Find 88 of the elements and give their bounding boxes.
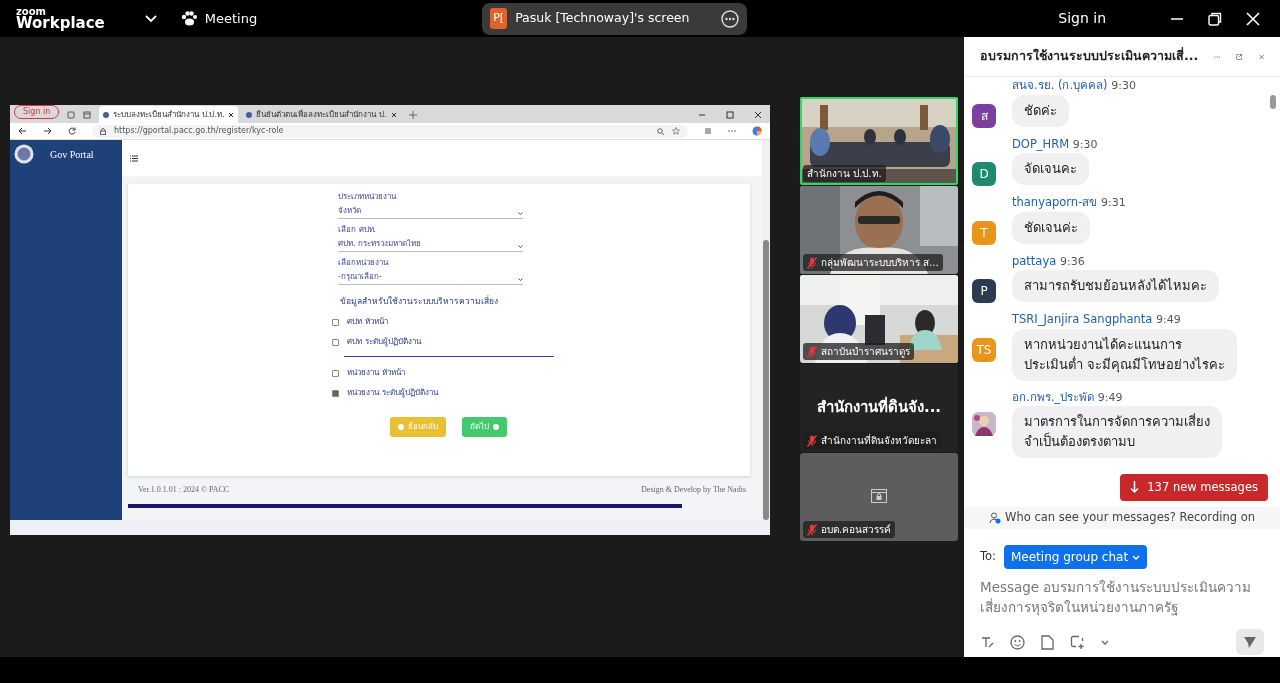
- checkbox[interactable]: [332, 389, 339, 397]
- checkbox-label: หน่วยงาน ระดับผู้ปฏิบัติงาน: [347, 387, 438, 400]
- message-bubble: จัดเจนคะ: [1012, 153, 1089, 185]
- close-icon[interactable]: [390, 111, 397, 118]
- dropdown-field[interactable]: เลือก ศปท. ศปท. กระทรวงมหาดไทย: [338, 225, 523, 253]
- new-messages-button[interactable]: 137 new messages: [1120, 473, 1268, 501]
- logo-text: Workplace: [16, 15, 105, 31]
- screenshot-icon[interactable]: [1070, 634, 1085, 650]
- reload-icon[interactable]: [68, 127, 76, 136]
- menu-icon[interactable]: [130, 154, 138, 162]
- section-heading: ข้อมูลสำหรับใช้งานระบบบริหารความเสี่ยง: [339, 295, 499, 309]
- footer-text: Design & Develop by The Nadis: [641, 484, 746, 497]
- caret-icon: [518, 245, 523, 250]
- forward-icon[interactable]: [43, 127, 52, 136]
- close-icon[interactable]: [228, 111, 235, 118]
- caret-icon: [518, 278, 523, 283]
- sender-name: สนจ.รย. (ก.บุคคล) 9:30: [1012, 77, 1137, 94]
- logo-text: zoom: [16, 6, 46, 16]
- message-bubble: มาตรการในการจัดการความเสี่ยง จำเป็นต้องตรงตามบ: [1012, 406, 1222, 458]
- more-icon[interactable]: [721, 9, 740, 28]
- caret-icon: [1132, 554, 1141, 560]
- user-avatar: P: [972, 279, 996, 303]
- share-indicator[interactable]: P[ Pasuk [Technoway]'s screen: [482, 2, 748, 35]
- sign-in-link[interactable]: Sign in: [1058, 8, 1106, 29]
- dropdown-field[interactable]: ประเภทหน่วยงาน จังหวัด: [338, 192, 523, 220]
- restore-icon[interactable]: [1208, 11, 1222, 26]
- browser-tab[interactable]: ยืนยันตัวตนเพื่อลงทะเบียนสำนักงาน ป.: [242, 106, 401, 124]
- checkbox-label: หน่วยงาน หัวหน้า: [347, 367, 405, 380]
- sender-name: thanyaporn-สข 9:31: [1012, 194, 1127, 211]
- share-label: Pasuk [Technoway]'s screen: [515, 9, 690, 28]
- seal-icon: [14, 144, 34, 165]
- zoom-icon[interactable]: [657, 127, 664, 135]
- message-bubble: หากหน่วยงานได้คะแนนการ ประเมินต่ำ จะมีคุณมีโทษอย่างไรคะ: [1012, 328, 1238, 381]
- address-bar[interactable]: https://gportal.pacc.go.th/register/kyc-role: [92, 124, 688, 138]
- people-icon: [989, 512, 1002, 524]
- user-avatar: ส: [972, 103, 996, 128]
- paw-icon: [180, 11, 197, 26]
- privacy-notice[interactable]: Who can see your messages? Recording on: [964, 507, 1280, 529]
- recipient-dropdown[interactable]: Meeting group chat: [1004, 545, 1148, 569]
- chat-title: อบรมการใช้งานระบบประเมินความเสี่...: [980, 47, 1199, 66]
- sender-name: TSRI_Janjira Sangphanta 9:49: [1012, 311, 1182, 328]
- message-bubble: ชัดเจนค่ะ: [1012, 211, 1090, 244]
- copilot-icon[interactable]: [752, 126, 762, 137]
- checkbox-label: ศปท ระดับผู้ปฏิบัติงาน: [347, 336, 421, 349]
- format-icon[interactable]: [980, 635, 994, 649]
- footer-text: Ver.1.0.1.01 : 2024 © PACC: [138, 484, 230, 497]
- chevron-down-icon[interactable]: [144, 14, 157, 23]
- checkbox-label: ศปท หัวหน้า: [347, 316, 388, 329]
- send-icon: [1244, 636, 1256, 648]
- caret-icon[interactable]: [1101, 639, 1109, 645]
- file-icon[interactable]: [1041, 634, 1054, 650]
- checkbox[interactable]: [332, 369, 339, 377]
- portal-title: Gov Portal: [50, 147, 94, 162]
- sender-name: DOP_HRM 9:30: [1012, 135, 1099, 153]
- checkbox[interactable]: [332, 318, 339, 326]
- dropdown-field[interactable]: เลือกหน่วยงาน -กรุณาเลือก-: [338, 258, 523, 286]
- avatar-initials: P[: [490, 8, 508, 29]
- lock-icon: [100, 127, 106, 135]
- scrollbar[interactable]: [1270, 95, 1276, 109]
- name-tag: กลุ่มพัฒนาระบบบริหาร ส...: [803, 254, 943, 271]
- name-tag: สำนักงานที่ดินจังหวัดยะลา: [803, 432, 941, 449]
- name-tag: สำนักงาน ป.ป.ท.: [803, 165, 886, 182]
- maximize-icon[interactable]: [726, 111, 734, 120]
- caret-icon: [518, 212, 523, 217]
- scrollbar[interactable]: [763, 240, 769, 521]
- new-tab-icon[interactable]: [408, 111, 417, 120]
- tab-actions-icon[interactable]: [83, 111, 92, 120]
- locked-window-icon: [871, 489, 887, 503]
- browser-tab[interactable]: ระบบลงทะเบียนสำนักงาน ป.ป.ท.: [99, 106, 239, 124]
- meeting-label: Meeting: [204, 9, 258, 28]
- user-avatar: T: [972, 220, 996, 245]
- back-icon[interactable]: [18, 127, 27, 136]
- sender-name: อก.กพร._ประพัด 9:49: [1012, 388, 1124, 406]
- user-avatar: D: [972, 162, 996, 186]
- name-tag: สถาบันบำราศนราดูร: [803, 343, 914, 360]
- message-bubble: ชัดค่ะ: [1012, 94, 1069, 127]
- send-button[interactable]: [1236, 629, 1264, 655]
- sender-name: pattaya 9:36: [1012, 252, 1086, 270]
- message-bubble: สามารถรับชมย้อนหลังได้ไหมคะ: [1012, 270, 1219, 302]
- user-avatar: TS: [972, 337, 996, 362]
- star-icon[interactable]: [672, 127, 680, 136]
- emoji-icon[interactable]: [1010, 634, 1025, 650]
- arrow-down-icon: [1130, 481, 1140, 494]
- checkbox[interactable]: [332, 338, 339, 346]
- participant-display-name: สำนักงานที่ดินจัง...: [816, 396, 942, 418]
- to-label: To:: [980, 548, 996, 566]
- name-tag: อบต.คอนสวรรค์: [803, 521, 896, 538]
- close-icon[interactable]: [754, 111, 762, 120]
